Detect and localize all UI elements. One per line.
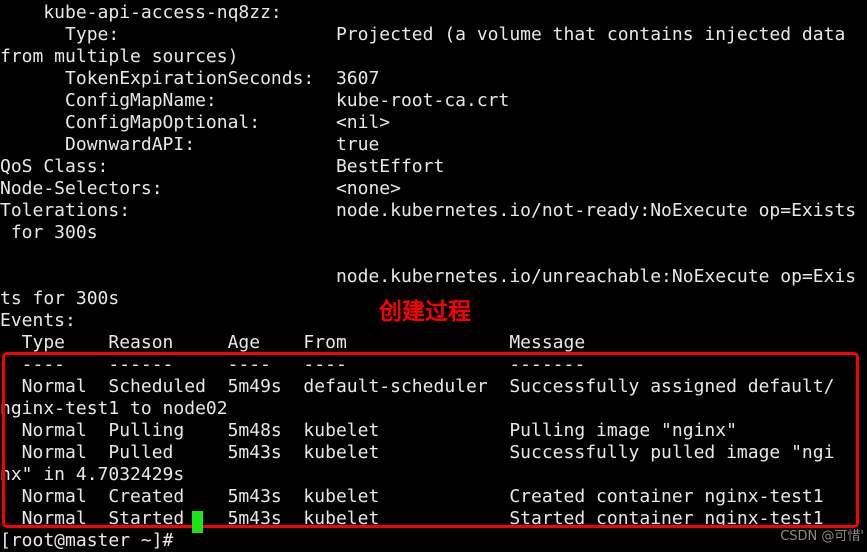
output-line: kube-api-access-nq8zz: [0,2,282,23]
output-line: node.kubernetes.io/unreachable:NoExecute… [0,266,857,287]
events-row: Normal Scheduled 5m49s default-scheduler… [0,376,835,397]
output-line: QoS Class: BestEffort [0,156,445,177]
terminal-output: kube-api-access-nq8zz: Type: Projected (… [0,0,867,552]
events-table-rule: ---- ------ ---- ---- ------- [0,354,586,375]
events-table-header: Type Reason Age From Message [0,332,586,353]
output-line: Node-Selectors: <none> [0,178,401,199]
terminal-window[interactable]: kube-api-access-nq8zz: Type: Projected (… [0,0,867,552]
output-line: ConfigMapOptional: <nil> [0,112,391,133]
terminal-cursor [192,511,203,533]
events-row: Normal Pulling 5m48s kubelet Pulling ima… [0,420,737,441]
events-row: Normal Pulled 5m43s kubelet Successfully… [0,442,835,463]
output-line: ConfigMapName: kube-root-ca.crt [0,90,510,111]
csdn-watermark: CSDN @可惜' [780,529,864,544]
events-row: Normal Started 5m43s kubelet Started con… [0,508,824,529]
shell-prompt: [root@master ~]# [0,530,185,551]
output-line: for 300s [0,222,98,243]
output-line: Type: Projected (a volume that contains … [0,24,846,45]
creation-process-annotation: 创建过程 [379,299,471,325]
output-line: TokenExpirationSeconds: 3607 [0,68,380,89]
output-line: Tolerations: node.kubernetes.io/not-read… [0,200,857,221]
output-line: DownwardAPI: true [0,134,380,155]
events-row-wrap: nx" in 4.7032429s [0,464,185,485]
output-line: from multiple sources) [0,46,239,67]
events-row: Normal Created 5m43s kubelet Created con… [0,486,824,507]
events-row-wrap: nginx-test1 to node02 [0,398,228,419]
